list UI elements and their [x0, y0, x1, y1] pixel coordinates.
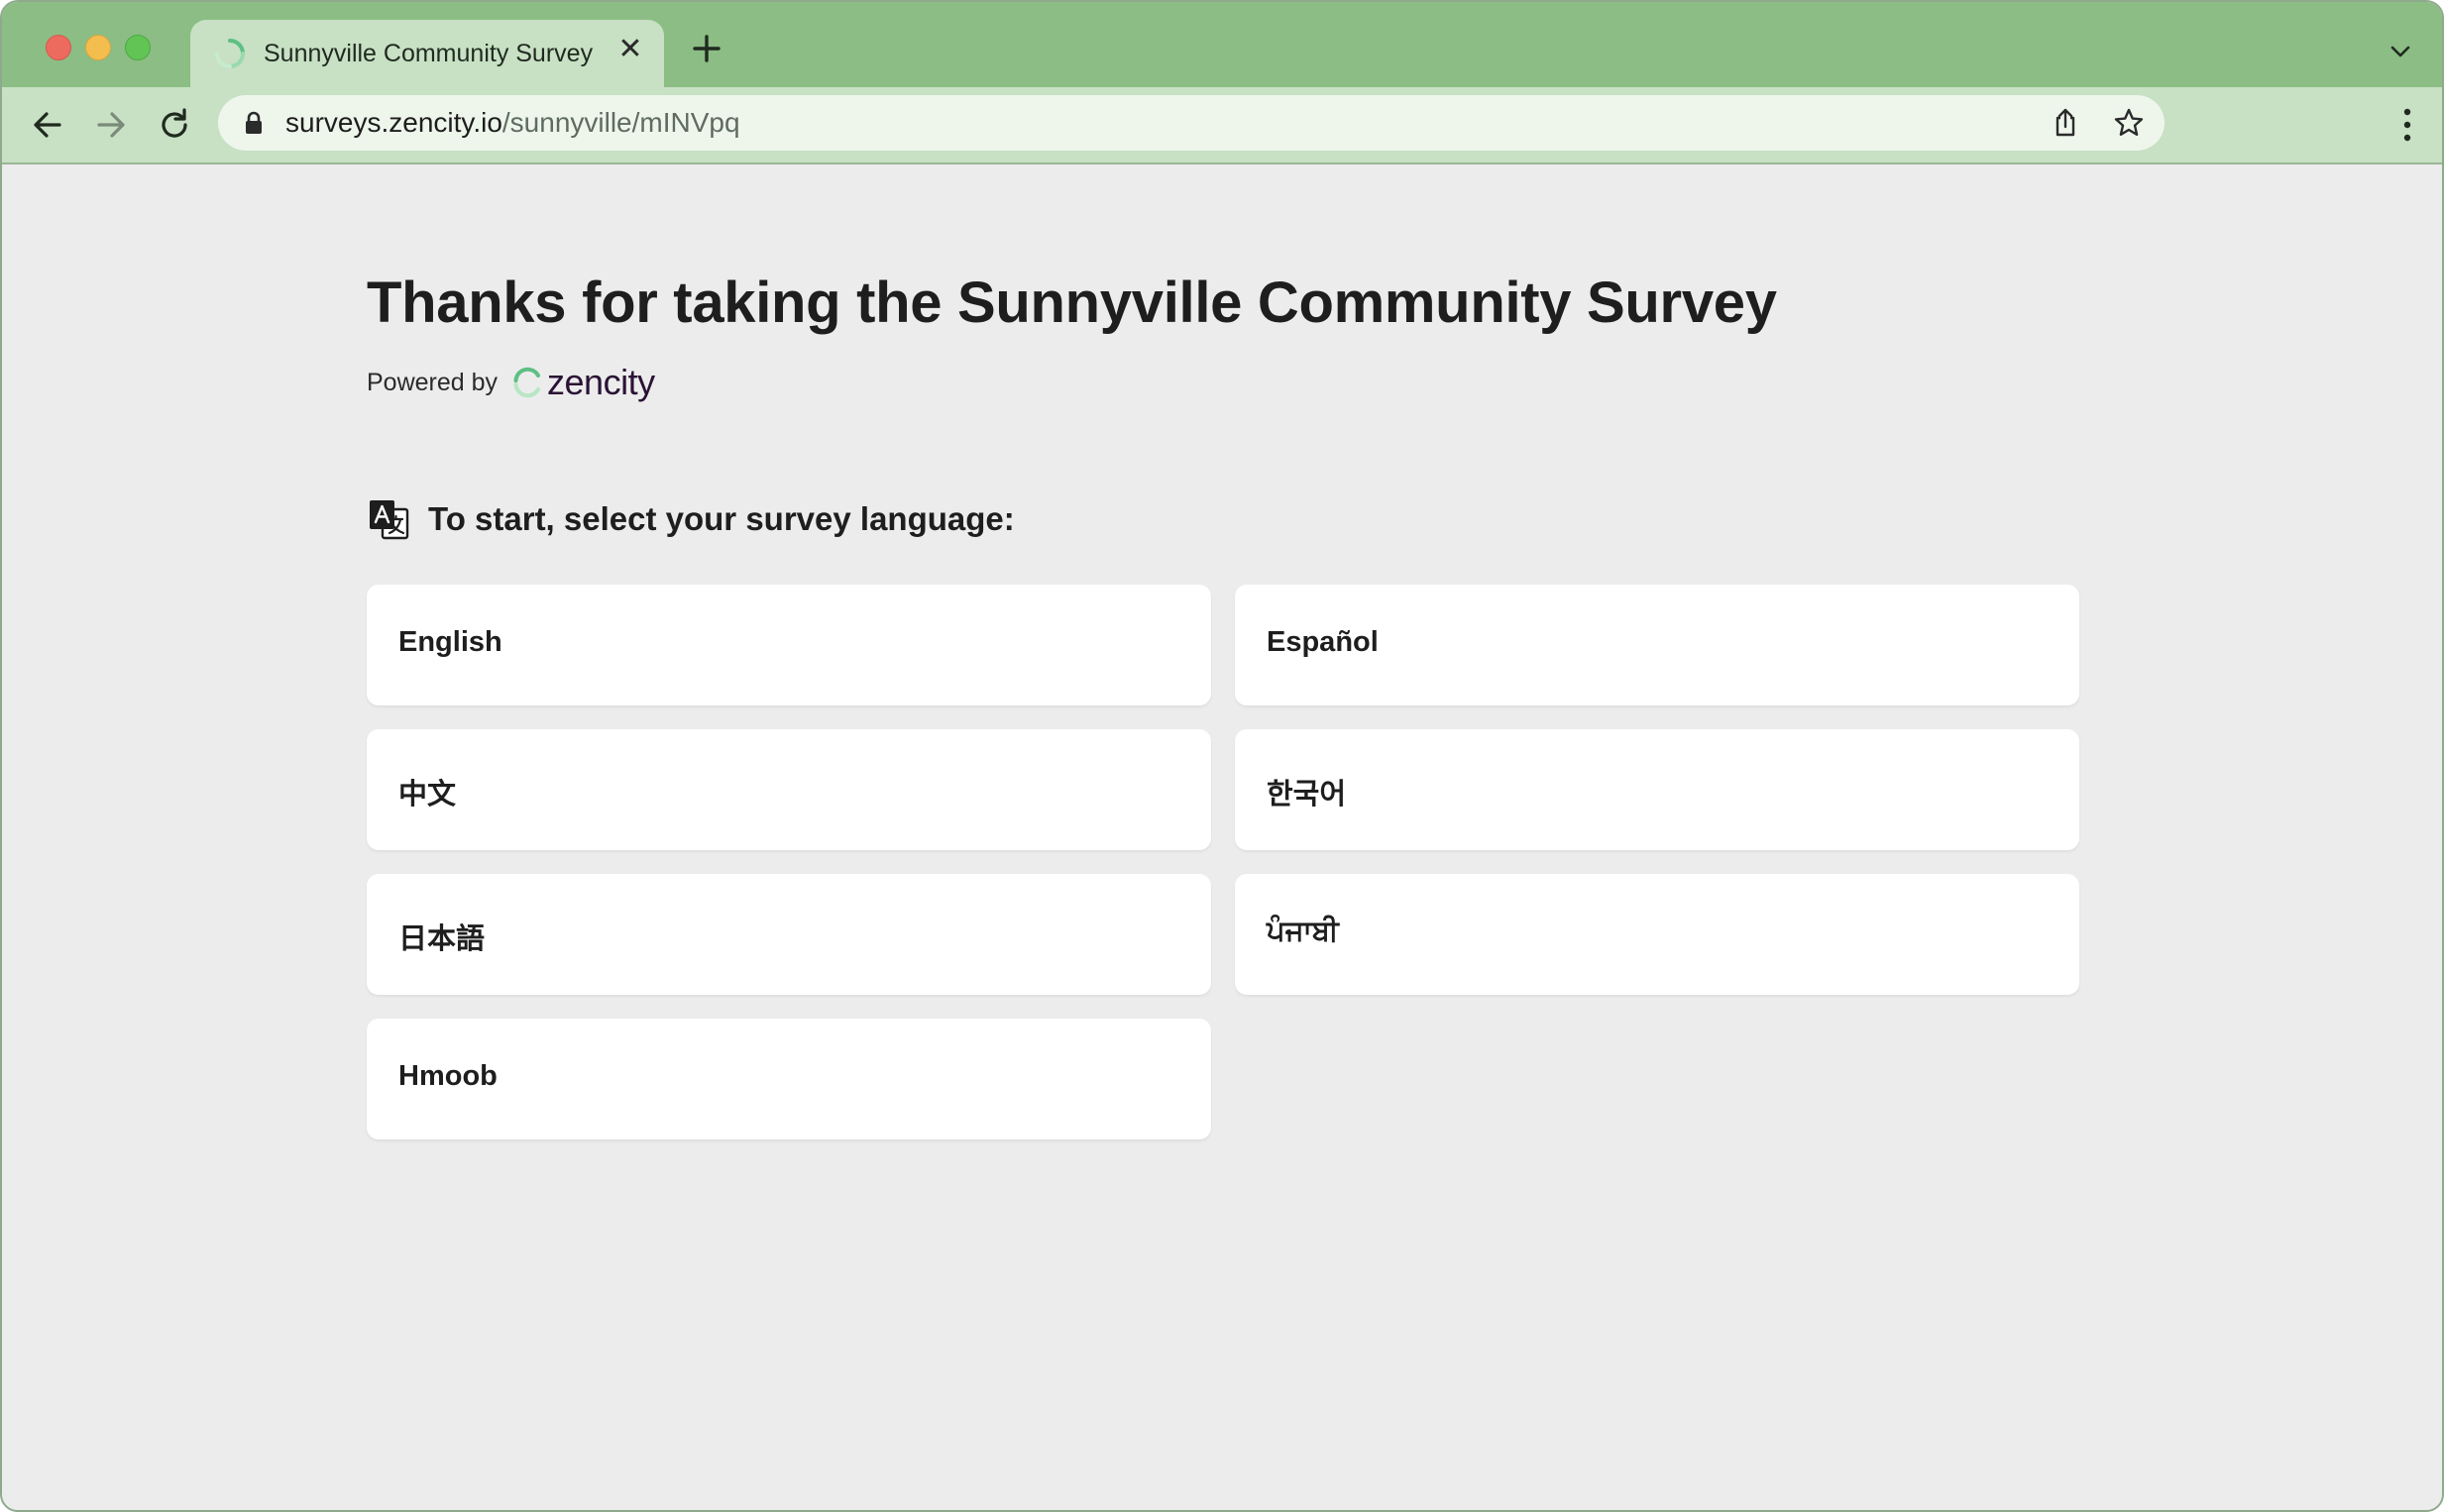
language-option-punjabi[interactable]: ਪੰਜਾਬੀ — [1235, 874, 2079, 995]
arrow-right-icon[interactable] — [91, 105, 131, 145]
browser-toolbar: surveys.zencity.io/sunnyville/mINVpq — [2, 87, 2442, 164]
browser-tab[interactable]: Sunnyville Community Survey ✕ — [190, 20, 664, 87]
zencity-spinner-icon — [215, 39, 245, 68]
url-domain: surveys.zencity.io — [285, 107, 502, 138]
arrow-left-icon[interactable] — [28, 105, 67, 145]
language-label: ਪੰਜਾਬੀ — [1267, 916, 1339, 947]
language-label: Hmoob — [398, 1060, 498, 1092]
language-prompt: To start, select your survey language: — [367, 495, 1015, 543]
minimize-window-button[interactable] — [85, 35, 111, 60]
browser-window: Sunnyville Community Survey ✕ surveys.ze… — [0, 0, 2444, 1512]
page-content: Thanks for taking the Sunnyville Communi… — [2, 164, 2442, 1510]
tab-strip: Sunnyville Community Survey ✕ — [2, 2, 2442, 87]
star-icon[interactable] — [2113, 107, 2145, 139]
zoom-window-button[interactable] — [125, 35, 151, 60]
translate-icon — [370, 500, 409, 540]
language-option-spanish[interactable]: Español — [1235, 585, 2079, 705]
powered-by-label: Powered by — [367, 368, 499, 396]
page-title: Thanks for taking the Sunnyville Communi… — [367, 270, 1777, 335]
powered-by: Powered by zencity — [367, 361, 655, 404]
language-option-japanese[interactable]: 日本語 — [367, 874, 1211, 995]
language-label: Español — [1267, 626, 1379, 658]
language-label: 한국어 — [1267, 779, 1347, 810]
language-label: 中文 — [398, 779, 457, 810]
reload-icon[interactable] — [155, 105, 194, 145]
zencity-logo-text: zencity — [547, 362, 655, 402]
language-label: 日本語 — [398, 923, 486, 955]
url-text[interactable]: surveys.zencity.io/sunnyville/mINVpq — [285, 107, 740, 139]
language-option-hmong[interactable]: Hmoob — [367, 1019, 1211, 1139]
url-path: /sunnyville/mINVpq — [501, 107, 740, 138]
language-option-chinese[interactable]: 中文 — [367, 729, 1211, 850]
language-option-korean[interactable]: 한국어 — [1235, 729, 2079, 850]
tab-title: Sunnyville Community Survey — [264, 40, 594, 67]
language-option-english[interactable]: English — [367, 585, 1211, 705]
lock-icon[interactable] — [244, 111, 264, 135]
kebab-menu-icon[interactable] — [2402, 107, 2412, 143]
address-bar[interactable]: surveys.zencity.io/sunnyville/mINVpq — [218, 95, 2165, 151]
zencity-logo-icon — [513, 367, 541, 398]
language-prompt-text: To start, select your survey language: — [428, 500, 1015, 537]
chevron-down-icon[interactable] — [2388, 40, 2412, 63]
plus-icon[interactable] — [690, 32, 723, 65]
close-window-button[interactable] — [46, 35, 71, 60]
tab-close-button[interactable]: ✕ — [614, 34, 646, 65]
language-label: English — [398, 626, 502, 658]
share-icon[interactable] — [2050, 107, 2081, 139]
